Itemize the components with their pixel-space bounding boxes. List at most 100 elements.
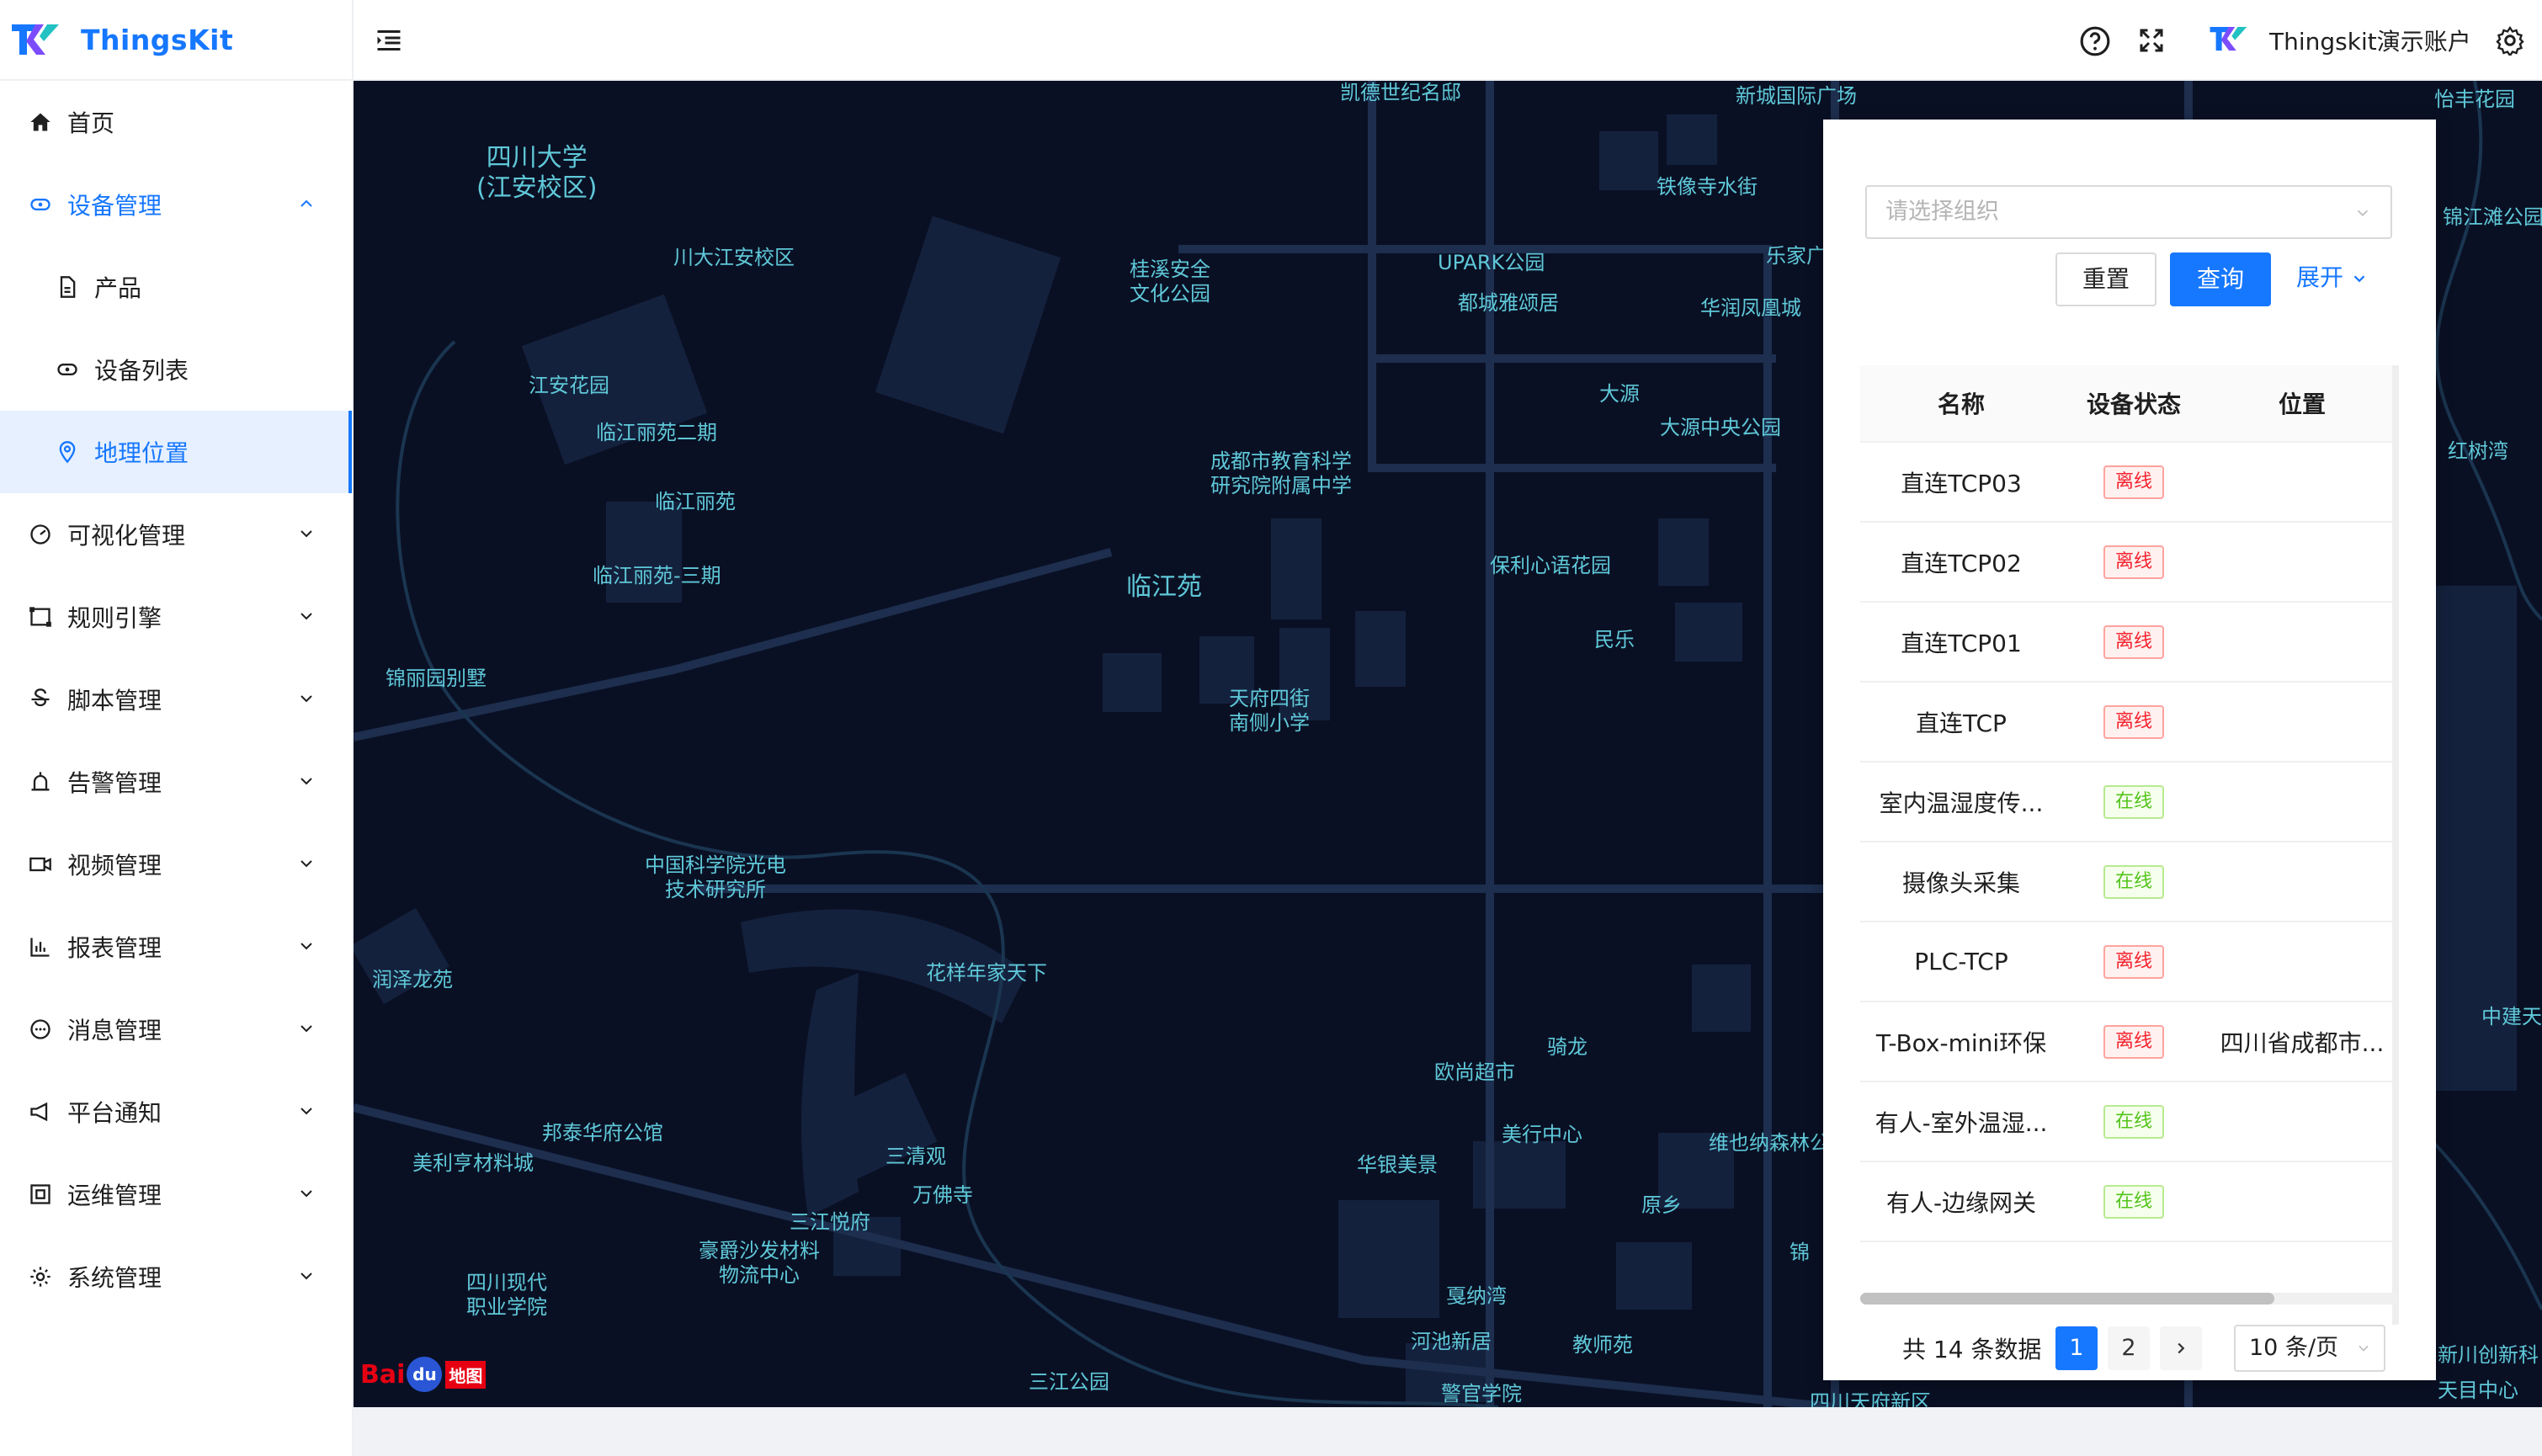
table-row[interactable]: 直连TCP01 离线 (1860, 603, 2399, 683)
map-label: 维也纳森林公 (1709, 1131, 1830, 1155)
sidebar-item-geo-location[interactable]: 地理位置 (0, 411, 352, 493)
vertical-scrollbar[interactable] (2392, 365, 2399, 1325)
map-label: 天府四街 南侧小学 (1229, 687, 1310, 735)
map-label: 华润凤凰城 (1700, 296, 1801, 320)
page-1-button[interactable]: 1 (2055, 1326, 2098, 1370)
fullscreen-icon[interactable] (2136, 25, 2167, 56)
map-label: 红树湾 (2448, 439, 2508, 463)
account-name[interactable]: Thingskit演示账户 (2269, 24, 2471, 57)
sidebar-item-video[interactable]: 视频管理 (0, 823, 352, 906)
column-header-location[interactable]: 位置 (2205, 386, 2399, 420)
device-name: PLC-TCP (1914, 948, 2008, 975)
reset-button[interactable]: 重置 (2055, 252, 2156, 306)
table-row[interactable]: 直连TCP02 离线 (1860, 523, 2399, 603)
sidebar-item-home[interactable]: 首页 (0, 81, 352, 163)
map-label: 铁像寺水街 (1657, 175, 1758, 199)
sidebar-item-label: 规则引擎 (67, 604, 162, 632)
map-label: UPARK公园 (1438, 251, 1545, 274)
next-page-button[interactable] (2160, 1326, 2202, 1370)
column-header-name[interactable]: 名称 (1860, 386, 2062, 420)
sidebar-item-product[interactable]: 产品 (0, 246, 352, 328)
sidebar-item-label: 系统管理 (67, 1264, 162, 1292)
map-label: 豪爵沙发材料 物流中心 (699, 1239, 820, 1287)
status-badge: 在线 (2103, 1184, 2164, 1219)
table-row[interactable]: 室内温湿度传... 在线 (1860, 763, 2399, 842)
sidebar-item-label: 地理位置 (94, 439, 189, 467)
sidebar-item-label: 消息管理 (67, 1017, 162, 1044)
account-avatar-icon[interactable] (2209, 22, 2251, 56)
map-label: 中国科学院光电 技术研究所 (645, 853, 786, 901)
map-label: 新川创新科 (2438, 1343, 2539, 1367)
sidebar-item-label: 报表管理 (67, 934, 162, 962)
logo[interactable]: ThingsKit (0, 0, 352, 81)
map-label: 临江丽苑-三期 (593, 564, 721, 587)
map-label: 万佛寺 (912, 1183, 973, 1207)
sidebar-item-label: 设备列表 (94, 357, 189, 385)
map-label: 新城国际广场 (1736, 84, 1857, 108)
help-icon[interactable] (2079, 25, 2111, 57)
map-label: 原乡 (1641, 1193, 1682, 1217)
column-header-status[interactable]: 设备状态 (2062, 386, 2205, 420)
baidu-paw-icon: du (407, 1357, 443, 1392)
device-icon (29, 193, 52, 216)
table-row[interactable]: 有人-边缘网关 在线 (1860, 1162, 2399, 1242)
sidebar-item-device-management[interactable]: 设备管理 (0, 163, 352, 246)
device-name: 摄像头采集 (1901, 869, 2020, 897)
map-label: 中建天 (2481, 1005, 2542, 1028)
settings-icon (29, 1265, 52, 1289)
dashboard-icon (29, 523, 52, 546)
sidebar-item-label: 平台通知 (67, 1099, 162, 1127)
sidebar: ThingsKit 首页 设备管理 产品 设备列表 地理位置 可视化管理 规则引… (0, 0, 354, 1456)
total-count: 共 14 条数据 (1902, 1336, 2042, 1363)
map-label: 乐家广 (1766, 244, 1827, 268)
sidebar-item-notification[interactable]: 平台通知 (0, 1071, 352, 1153)
map-label: 四川大学 (江安校区) (476, 143, 598, 203)
map-label: 锦江滩公园 (2443, 205, 2542, 229)
product-icon (56, 275, 79, 299)
query-button[interactable]: 查询 (2170, 252, 2271, 306)
chevron-up-icon (300, 199, 312, 207)
table-row[interactable]: PLC-TCP 离线 (1860, 922, 2399, 1002)
status-cell: 离线 (2062, 465, 2205, 499)
table-row[interactable]: 直连TCP03 离线 (1860, 443, 2399, 523)
page-2-button[interactable]: 2 (2108, 1326, 2150, 1370)
map-label: 大源 (1599, 382, 1640, 406)
map-label: 三江悦府 (790, 1210, 870, 1234)
chevron-down-icon (2359, 1345, 2369, 1352)
status-badge: 离线 (2103, 465, 2164, 499)
table-row[interactable]: 摄像头采集 在线 (1860, 842, 2399, 922)
sidebar-item-script[interactable]: 脚本管理 (0, 658, 352, 741)
gear-icon[interactable] (2495, 25, 2525, 56)
page-size-select[interactable]: 10 条/页 (2234, 1325, 2385, 1372)
chevron-right-icon (2178, 1342, 2185, 1354)
device-location: 四川省成都市... (2220, 1028, 2385, 1057)
sidebar-item-label: 首页 (67, 109, 115, 137)
table-row[interactable]: 直连TCP 离线 (1860, 683, 2399, 763)
table-header: 名称 设备状态 位置 (1860, 365, 2399, 443)
baidu-map-logo[interactable]: Bai du 地图 (360, 1357, 487, 1392)
map-label: 戛纳湾 (1446, 1284, 1507, 1308)
footer-bar (354, 1407, 2542, 1456)
status-cell: 离线 (2062, 624, 2205, 659)
table-row[interactable]: T-Box-mini环保 离线 四川省成都市... (1860, 1002, 2399, 1082)
device-name: T-Box-mini环保 (1875, 1028, 2047, 1057)
sidebar-item-label: 可视化管理 (67, 522, 186, 550)
horizontal-scrollbar-thumb[interactable] (1860, 1293, 2274, 1305)
map-label: 美利亨材料城 (412, 1151, 534, 1175)
sidebar-item-system[interactable]: 系统管理 (0, 1235, 352, 1318)
menu-collapse-icon[interactable] (374, 25, 404, 56)
table-row[interactable]: 有人-室外温湿... 在线 (1860, 1082, 2399, 1162)
sidebar-item-message[interactable]: 消息管理 (0, 988, 352, 1071)
sidebar-item-rule-engine[interactable]: 规则引擎 (0, 576, 352, 658)
status-badge: 离线 (2103, 624, 2164, 659)
rule-engine-icon (29, 605, 52, 629)
sidebar-item-device-list[interactable]: 设备列表 (0, 328, 352, 411)
org-select[interactable]: 请选择组织 (1865, 185, 2392, 239)
sidebar-item-ops[interactable]: 运维管理 (0, 1153, 352, 1235)
expand-button[interactable]: 展开 (2296, 252, 2389, 306)
sidebar-item-alarm[interactable]: 告警管理 (0, 741, 352, 823)
map-label: 凯德世纪名邸 (1340, 81, 1461, 104)
sidebar-item-report[interactable]: 报表管理 (0, 906, 352, 988)
map-label: 天目中心 (2438, 1379, 2518, 1402)
sidebar-item-visualization[interactable]: 可视化管理 (0, 493, 352, 576)
